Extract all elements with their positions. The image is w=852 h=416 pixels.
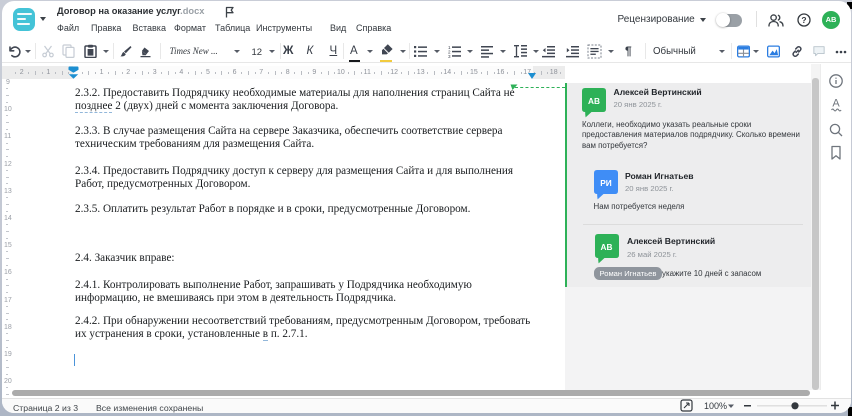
svg-text:?: ? (801, 15, 806, 25)
svg-text:А: А (832, 98, 840, 110)
svg-text:3: 3 (448, 54, 451, 58)
svg-text:100%: 100% (704, 401, 727, 411)
